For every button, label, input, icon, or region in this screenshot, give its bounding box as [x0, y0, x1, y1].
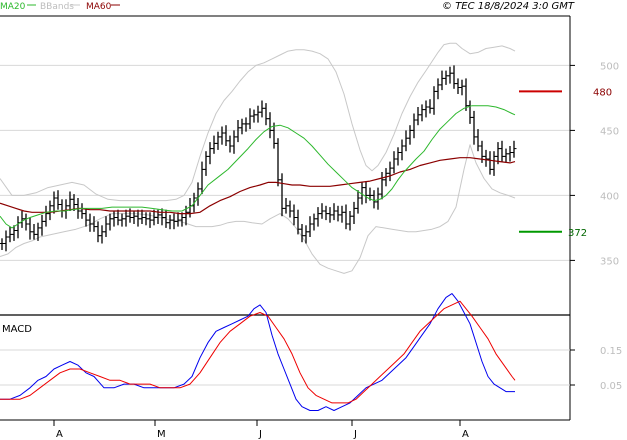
macd-tick-label-0.05: 0.05 — [600, 381, 622, 392]
month-label-4: A — [462, 429, 469, 440]
y-tick-label-500: 500 — [600, 61, 619, 72]
legend-ma60: MA60 — [86, 2, 112, 12]
level-label-480: 480 — [593, 87, 612, 98]
month-label-2: J — [258, 429, 262, 440]
month-label-0: A — [56, 429, 63, 440]
y-tick-label-350: 350 — [600, 256, 619, 267]
copyright-label: © TEC 18/8/2024 3:0 GMT — [442, 1, 575, 12]
macd-tick-label-0.15: 0.15 — [600, 346, 622, 357]
level-label-372: 372 — [568, 228, 587, 239]
y-tick-label-400: 400 — [600, 191, 619, 202]
macd-title: MACD — [2, 324, 32, 335]
month-label-3: J — [353, 429, 357, 440]
stock-chart: MA20 BBands MA60 © TEC 18/8/2024 3:0 GMT… — [0, 0, 627, 440]
legend-bbands: BBands — [40, 2, 74, 12]
legend-ma20: MA20 — [0, 2, 26, 12]
y-tick-label-450: 450 — [600, 126, 619, 137]
month-label-1: M — [157, 429, 166, 440]
